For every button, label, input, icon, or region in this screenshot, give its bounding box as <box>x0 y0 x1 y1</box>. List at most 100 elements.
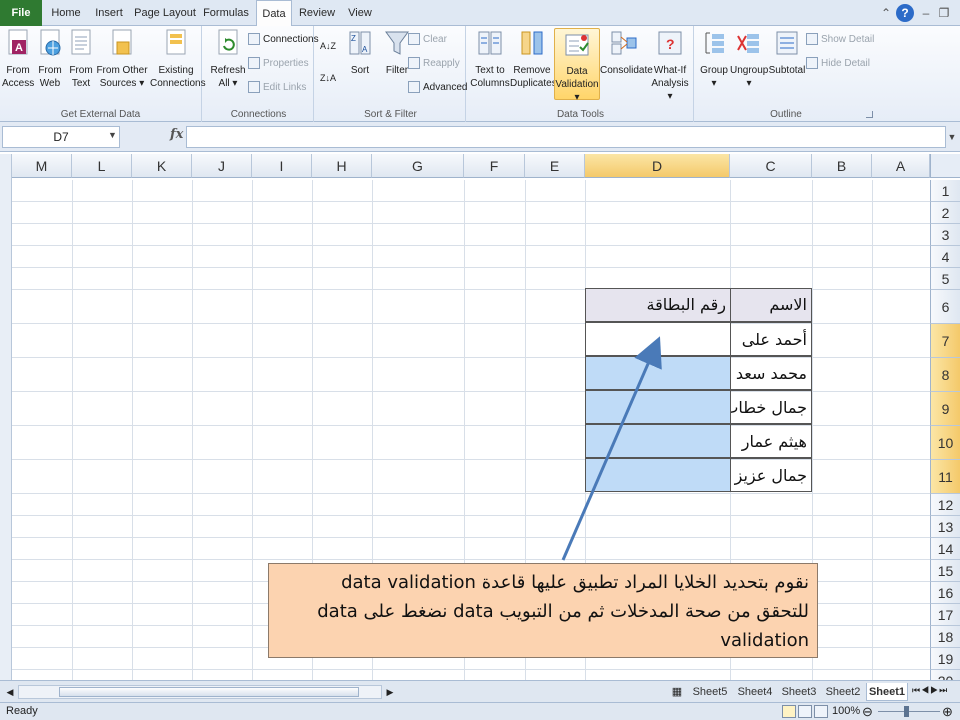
outline-dialog-launcher-icon[interactable] <box>866 111 873 118</box>
minimize-ribbon-icon[interactable]: ⌃ <box>878 4 894 22</box>
select-all-corner[interactable] <box>930 154 960 178</box>
properties-button[interactable]: Properties <box>248 54 309 74</box>
what-if-analysis-button[interactable]: ? What-If Analysis ▾ <box>648 28 692 103</box>
reapply-button[interactable]: Reapply <box>408 54 460 74</box>
data-validation-label-2: Validation ▾ <box>555 79 599 103</box>
advanced-label: Advanced <box>423 82 468 93</box>
sort-a-z-button[interactable]: A↓Z <box>320 36 336 56</box>
refresh-all-button[interactable]: Refresh All ▾ <box>208 28 248 90</box>
sheet-tab-sheet2[interactable]: Sheet2 <box>822 683 864 701</box>
chevron-down-icon[interactable]: ▼ <box>108 130 117 140</box>
hide-detail-button[interactable]: Hide Detail <box>806 54 870 74</box>
row-header-7[interactable]: 7 <box>930 324 960 358</box>
window-minimize-icon[interactable]: – <box>918 4 934 22</box>
row-header-2[interactable]: 2 <box>930 202 960 224</box>
sheet-tab-sheet1[interactable]: Sheet1 <box>866 683 908 701</box>
from-access-button[interactable]: A From Access <box>2 28 34 90</box>
show-detail-button[interactable]: Show Detail <box>806 30 874 50</box>
row-header-3[interactable]: 3 <box>930 224 960 246</box>
zoom-slider[interactable] <box>878 711 940 712</box>
tab-formulas[interactable]: Formulas <box>200 0 252 26</box>
tab-data[interactable]: Data <box>256 0 292 27</box>
consolidate-label: Consolidate <box>600 65 653 76</box>
spreadsheet-grid[interactable]: MLKJIHGFEDCBA 1 2 3 4 5 6 7 8 9 10 11 12 13 14 15 16 17 1… <box>0 152 960 680</box>
row-header-9[interactable]: 9 <box>930 392 960 426</box>
window-restore-icon[interactable]: ❐ <box>936 4 952 22</box>
name-box[interactable]: D7 <box>2 126 120 148</box>
remove-duplicates-button[interactable]: Remove Duplicates <box>510 28 557 90</box>
help-icon[interactable]: ? <box>896 4 914 22</box>
sheet-nav-icons[interactable]: ⏮◀▶⏭ <box>912 685 958 699</box>
zoom-out-icon[interactable]: ⊖ <box>862 703 873 720</box>
ungroup-button[interactable]: Ungroup ▾ <box>730 28 768 90</box>
sheet-tab-sheet4[interactable]: Sheet4 <box>734 683 776 701</box>
row-header-11[interactable]: 11 <box>930 460 960 494</box>
row-header-10[interactable]: 10 <box>930 426 960 460</box>
page-layout-view-icon[interactable] <box>798 705 812 718</box>
sheet-tab-sheet3[interactable]: Sheet3 <box>778 683 820 701</box>
clear-button[interactable]: Clear <box>408 30 447 50</box>
row-header-20[interactable]: 20 <box>930 670 960 680</box>
row-header-4[interactable]: 4 <box>930 246 960 268</box>
row-header-5[interactable]: 5 <box>930 268 960 290</box>
ribbon: A From Access From Web From Text From Ot… <box>0 26 960 122</box>
from-other-sources-button[interactable]: From Other Sources ▾ <box>96 28 148 90</box>
row-header-19[interactable]: 19 <box>930 648 960 670</box>
tab-page-layout[interactable]: Page Layout <box>134 0 196 26</box>
svg-text:A: A <box>15 42 23 54</box>
row-header-1[interactable]: 1 <box>930 180 960 202</box>
row-header-14[interactable]: 14 <box>930 538 960 560</box>
ribbon-tab-bar: File Home Insert Page Layout Formulas Da… <box>0 0 960 27</box>
connections-icon <box>248 33 260 46</box>
row-header-8[interactable]: 8 <box>930 358 960 392</box>
scrollbar-thumb[interactable] <box>59 687 359 697</box>
normal-view-icon[interactable] <box>782 705 796 718</box>
tab-review[interactable]: Review <box>296 0 338 26</box>
row-header-6[interactable]: 6 <box>930 290 960 324</box>
tab-insert[interactable]: Insert <box>88 0 130 26</box>
subtotal-button[interactable]: Subtotal <box>768 28 806 77</box>
from-web-label-2: Web <box>39 78 61 89</box>
scroll-left-icon[interactable]: ◀ <box>4 685 16 699</box>
row-header-12[interactable]: 12 <box>930 494 960 516</box>
tab-file[interactable]: File <box>0 0 42 26</box>
existing-connections-button[interactable]: Existing Connections <box>150 28 206 90</box>
advanced-button[interactable]: Advanced <box>408 78 467 98</box>
row-header-16[interactable]: 16 <box>930 582 960 604</box>
horizontal-scrollbar[interactable] <box>18 685 382 699</box>
instruction-callout: نقوم بتحديد الخلايا المراد تطبيق عليها ق… <box>268 563 818 658</box>
page-break-view-icon[interactable] <box>814 705 828 718</box>
sort-z-a-button[interactable]: Z↓A <box>320 68 336 88</box>
from-text-button[interactable]: From Text <box>66 28 96 90</box>
row-header-17[interactable]: 17 <box>930 604 960 626</box>
scroll-right-icon[interactable]: ▶ <box>384 685 396 699</box>
row-header-13[interactable]: 13 <box>930 516 960 538</box>
zoom-slider-thumb[interactable] <box>904 706 909 717</box>
row-header-18[interactable]: 18 <box>930 626 960 648</box>
sheet-tab-sheet5[interactable]: Sheet5 <box>688 683 732 701</box>
other-sources-icon <box>108 28 136 60</box>
text-to-columns-button[interactable]: Text to Columns <box>470 28 510 90</box>
name-box-value: D7 <box>53 130 69 144</box>
callout-line-2: للتحقق من صحة المدخلات ثم من التبويب dat… <box>317 601 809 622</box>
row-header-15[interactable]: 15 <box>930 560 960 582</box>
tab-home[interactable]: Home <box>46 0 86 26</box>
sheet-tab-bar: ◀ ▶ ▦ Sheet5 Sheet4 Sheet3 Sheet2 Sheet1… <box>0 680 960 702</box>
group-label-data-tools: Data Tools <box>556 109 605 120</box>
group-button[interactable]: Group ▾ <box>698 28 730 90</box>
insert-function-icon[interactable]: fx <box>170 127 183 142</box>
show-detail-icon <box>806 33 818 46</box>
connections-button[interactable]: Connections <box>248 30 319 50</box>
from-web-button[interactable]: From Web <box>34 28 66 90</box>
sort-button[interactable]: ZA Sort <box>340 28 380 77</box>
formula-input[interactable] <box>186 126 946 148</box>
edit-links-button[interactable]: Edit Links <box>248 78 306 98</box>
expand-formula-bar-icon[interactable]: ▼ <box>946 126 958 148</box>
insert-sheet-icon[interactable]: ▦ <box>668 683 686 701</box>
data-validation-button[interactable]: Data Validation ▾ <box>554 28 600 103</box>
data-validation-icon <box>563 29 591 61</box>
consolidate-button[interactable]: Consolidate <box>600 28 653 77</box>
tab-view[interactable]: View <box>342 0 378 26</box>
zoom-in-icon[interactable]: ⊕ <box>942 703 953 720</box>
zoom-level[interactable]: 100% <box>832 703 860 720</box>
